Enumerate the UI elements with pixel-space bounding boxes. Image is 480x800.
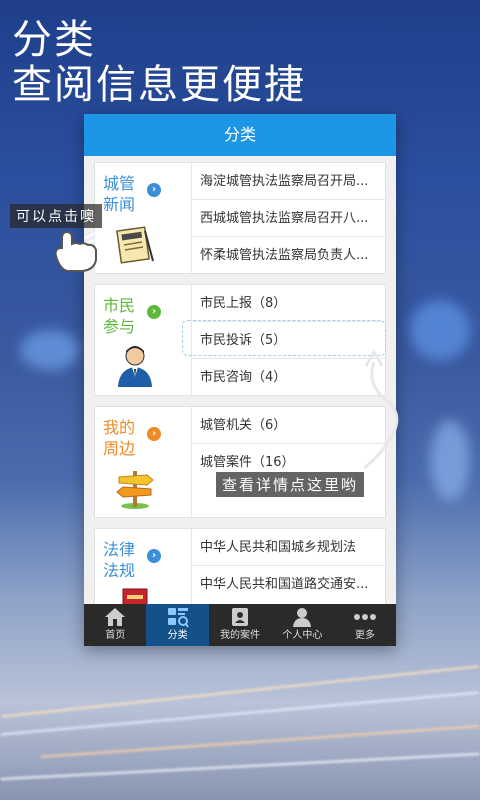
hand-pointer-icon	[50, 226, 106, 278]
chevron-right-icon: ›	[147, 427, 161, 441]
headline-line2: 查阅信息更便捷	[12, 62, 306, 108]
category-header-news[interactable]: 城管新闻 ›	[95, 163, 191, 273]
user-icon	[271, 604, 333, 630]
headline-line1: 分类	[12, 17, 96, 63]
tab-label: 我的案件	[220, 630, 261, 641]
tab-label: 首页	[105, 630, 126, 641]
bottom-tab-bar: 首页 分类 我的案件 个人中心 更多	[84, 604, 396, 646]
tap-hint-callout: 可以点击噢	[10, 204, 102, 228]
category-header-nearby[interactable]: 我的周边 ›	[95, 407, 191, 517]
category-card-law: 法律法规 › 中华人民共和国城乡规划法 中华人民共和国道路交通安...	[94, 528, 386, 604]
category-list: 城管新闻 › 海淀城管执法监察局召开局... 西城城管执法监察局召开八... 怀…	[84, 156, 396, 604]
tab-personal-center[interactable]: 个人中心	[271, 604, 333, 646]
category-title: 我的周边	[103, 418, 136, 458]
category-title: 法律法规	[103, 540, 136, 580]
list-item[interactable]: 怀柔城管执法监察局负责人...	[192, 237, 385, 274]
category-items-news: 海淀城管执法监察局召开局... 西城城管执法监察局召开八... 怀柔城管执法监察…	[191, 163, 385, 273]
tab-category[interactable]: 分类	[146, 604, 209, 646]
chevron-right-icon: ›	[147, 305, 161, 319]
home-icon	[84, 604, 146, 630]
book-icon	[115, 587, 155, 604]
category-title: 城管新闻	[103, 174, 136, 214]
list-item[interactable]: 中华人民共和国城乡规划法	[192, 529, 385, 566]
list-item[interactable]: 西城城管执法监察局召开八...	[192, 200, 385, 237]
tab-label: 更多	[354, 630, 375, 641]
category-card-nearby: 我的周边 › 城管机关（6） 城管案件（16）	[94, 406, 386, 518]
category-icon	[146, 604, 208, 630]
chevron-right-icon: ›	[147, 183, 161, 197]
headline: 分类 查阅信息更便捷	[12, 18, 306, 108]
tab-home[interactable]: 首页	[84, 604, 146, 646]
category-header-participation[interactable]: 市民参与 ›	[95, 285, 191, 395]
list-item[interactable]: 市民上报（8）	[192, 285, 385, 322]
chevron-right-icon: ›	[147, 549, 161, 563]
list-item[interactable]: 海淀城管执法监察局召开局...	[192, 163, 385, 200]
phone-screen: 分类 城管新闻 › 海淀城管执法监察局召开局... 西城城管执法监察局召开八..…	[84, 114, 396, 646]
page-title: 分类	[84, 114, 396, 156]
category-title: 市民参与	[103, 296, 136, 336]
cases-icon	[209, 604, 271, 630]
tab-more[interactable]: 更多	[334, 604, 396, 646]
category-header-law[interactable]: 法律法规 ›	[95, 529, 191, 604]
signpost-icon	[115, 465, 155, 509]
category-items-law: 中华人民共和国城乡规划法 中华人民共和国道路交通安...	[191, 529, 385, 604]
curved-arrow-icon	[356, 344, 416, 478]
person-icon	[115, 343, 155, 387]
tab-my-cases[interactable]: 我的案件	[209, 604, 271, 646]
more-icon	[334, 604, 396, 630]
tab-label: 分类	[167, 630, 188, 641]
detail-hint-callout: 查看详情点这里哟	[216, 472, 365, 497]
tab-label: 个人中心	[282, 630, 323, 641]
list-item[interactable]: 中华人民共和国道路交通安...	[192, 566, 385, 603]
news-icon	[115, 221, 155, 265]
category-card-news: 城管新闻 › 海淀城管执法监察局召开局... 西城城管执法监察局召开八... 怀…	[94, 162, 386, 274]
